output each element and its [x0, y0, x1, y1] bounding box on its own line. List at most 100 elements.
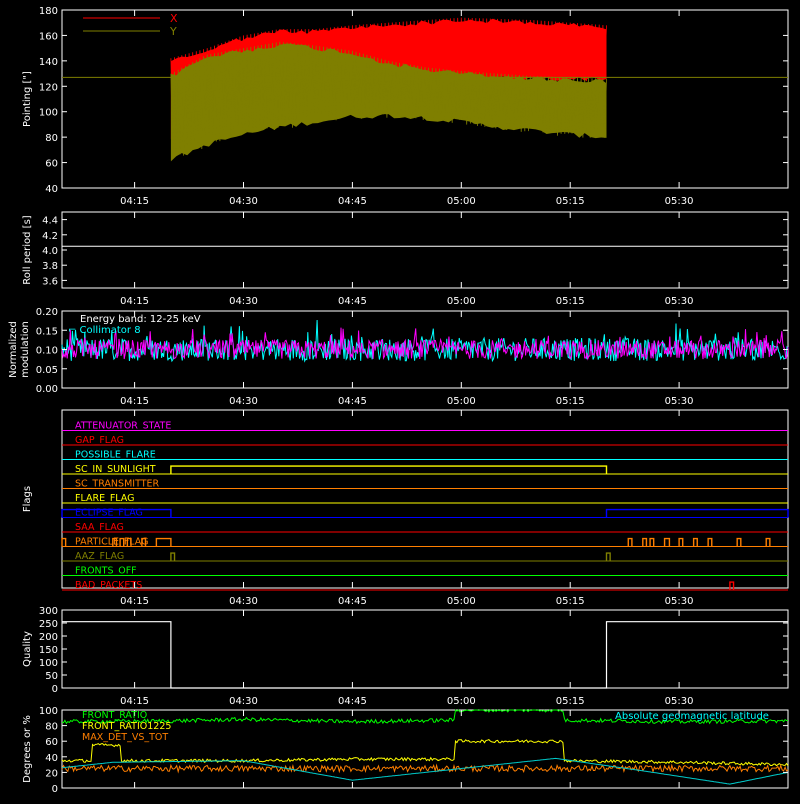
- flag-segment: [736, 537, 742, 547]
- legend-label-max-det-vs-tot: MAX_DET_VS_TOT: [82, 732, 168, 743]
- x-tick-label: 04:45: [338, 396, 367, 407]
- y-axis-label: Pointing ["]: [22, 71, 33, 127]
- flag-segment: [605, 552, 611, 561]
- x-tick-label: 04:15: [120, 396, 149, 407]
- flag-segment: [170, 552, 176, 561]
- y-tick-label: 50: [45, 671, 58, 682]
- y-tick-label: 4.4: [42, 216, 58, 227]
- x-tick-label: 05:30: [665, 296, 694, 307]
- y-tick-label: 100: [39, 108, 58, 119]
- flag-segment: [707, 537, 713, 547]
- legend-label-front-ratio1225: FRONT_RATIO1225: [82, 721, 171, 732]
- flag-label-possible-flare: POSSIBLE_FLARE: [75, 450, 156, 461]
- legend-label-front-ratio: FRONT_RATIO: [82, 710, 147, 721]
- chart-canvas: X Y 40 60 80 100 120 140 160 180 04:15 04:30 04:45 05…: [0, 0, 800, 800]
- flag-label-saa-flag: SAA_FLAG: [75, 522, 124, 533]
- x-tick-label: 05:00: [447, 696, 476, 707]
- chart-svg: XY40608010012014016018004:15 04:30 04:45 05…: [8, 6, 789, 795]
- legend-label-x: X: [170, 12, 178, 25]
- x-tick-label: 05:30: [665, 396, 694, 407]
- flag-label-bad-packets: BAD_PACKETS: [75, 580, 142, 591]
- annotation-1: ⌐ Collimator 8: [68, 325, 141, 336]
- y-tick-label: 0.05: [36, 365, 58, 376]
- y-tick-label: 300: [39, 606, 58, 617]
- flag-label-fronts-off: FRONTS_OFF: [75, 566, 137, 577]
- panel-quality: [61, 609, 789, 689]
- x-tick-label: 04:45: [338, 696, 367, 707]
- flag-segment: [170, 465, 608, 474]
- y-tick-label: 0.00: [36, 384, 58, 395]
- y-tick-label: 140: [39, 57, 58, 68]
- y-tick-label: 4.2: [42, 231, 58, 242]
- y-axis-label: Degrees or %: [22, 715, 33, 783]
- x-tick-label: 05:00: [447, 596, 476, 607]
- x-tick-label: 05:15: [556, 696, 585, 707]
- y-tick-label: 80: [45, 722, 58, 733]
- flag-segment: [649, 537, 655, 547]
- y-axis-label: modulation: [20, 321, 31, 378]
- flag-label-gap-flag: GAP_FLAG: [75, 435, 124, 446]
- flag-segment: [642, 537, 648, 547]
- y-tick-label: 3.8: [42, 261, 58, 272]
- y-tick-label: 60: [45, 159, 58, 170]
- flag-segment: [155, 537, 172, 547]
- x-tick-label: 04:45: [338, 296, 367, 307]
- x-tick-label: 05:15: [556, 296, 585, 307]
- x-tick-label: 05:00: [447, 296, 476, 307]
- x-tick-label: 05:00: [447, 196, 476, 207]
- flag-segment: [692, 537, 698, 547]
- x-tick-label: 05:15: [556, 196, 585, 207]
- y-tick-label: 100: [39, 706, 58, 717]
- x-tick-label: 04:45: [338, 196, 367, 207]
- panel-flags: [61, 409, 789, 591]
- flag-label-flare-flag: FLARE_FLAG: [75, 493, 135, 504]
- x-tick-label: 05:15: [556, 596, 585, 607]
- flag-segment: [663, 537, 671, 547]
- x-tick-label: 05:30: [665, 596, 694, 607]
- x-tick-label: 04:15: [120, 296, 149, 307]
- x-tick-label: 05:30: [665, 696, 694, 707]
- x-tick-label: 05:00: [447, 396, 476, 407]
- flag-segment: [605, 508, 789, 518]
- x-tick-label: 04:30: [229, 596, 258, 607]
- legend-label-y: Y: [169, 25, 177, 38]
- flag-segment: [61, 537, 67, 547]
- y-tick-label: 40: [45, 753, 58, 764]
- x-tick-label: 04:30: [229, 696, 258, 707]
- flag-label-aaz-flag: AAZ_FLAG: [75, 551, 124, 562]
- x-tick-label: 05:15: [556, 396, 585, 407]
- flag-segment: [729, 581, 735, 590]
- y-axis-label: Quality: [22, 631, 33, 667]
- y-tick-label: 180: [39, 6, 58, 17]
- flag-label-sc-in-sunlight: SC_IN_SUNLIGHT: [75, 464, 156, 475]
- x-tick-label: 04:15: [120, 596, 149, 607]
- y-tick-label: 60: [45, 737, 58, 748]
- flag-label-eclipse-flag: ECLIPSE_FLAG: [75, 508, 143, 519]
- y-tick-label: 0: [52, 684, 58, 695]
- y-tick-label: 0: [52, 784, 58, 795]
- panel-roll-period: [61, 211, 789, 289]
- y-axis-label: Normalized: [8, 321, 19, 378]
- quality-line: [62, 621, 788, 689]
- y-tick-label: 80: [45, 133, 58, 144]
- y-tick-label: 40: [45, 184, 58, 195]
- y-axis-label: Roll period [s]: [22, 215, 33, 284]
- flag-segment: [627, 537, 633, 547]
- x-tick-label: 04:15: [120, 696, 149, 707]
- y-tick-label: 0.20: [36, 307, 58, 318]
- annotation-0: Energy band: 12-25 keV: [80, 314, 201, 325]
- y-tick-label: 20: [45, 768, 58, 779]
- y-tick-label: 3.6: [42, 276, 58, 287]
- plot-frame: [61, 211, 789, 289]
- y-tick-label: 250: [39, 619, 58, 630]
- y-tick-label: 150: [39, 645, 58, 656]
- y-tick-label: 120: [39, 82, 58, 93]
- y-tick-label: 0.10: [36, 346, 58, 357]
- flag-label-particle-flag: PARTICLE_FLAG: [75, 537, 148, 548]
- flag-segment: [678, 537, 684, 547]
- x-tick-label: 04:30: [229, 196, 258, 207]
- ratio-series-2: [61, 763, 789, 774]
- y-tick-label: 4.0: [42, 246, 58, 257]
- flag-label-sc-transmitter: SC_TRANSMITTER: [75, 479, 160, 490]
- x-tick-label: 05:30: [665, 196, 694, 207]
